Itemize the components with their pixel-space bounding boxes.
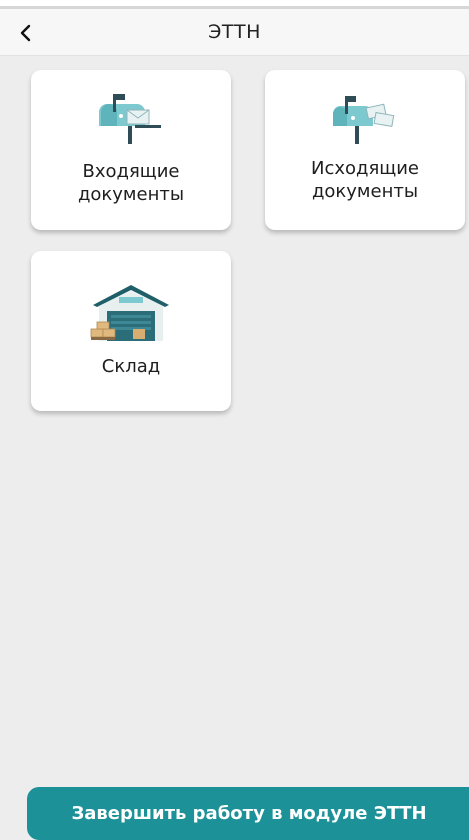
status-bar-strip xyxy=(0,0,469,9)
finish-module-button[interactable]: Завершить работу в модуле ЭТТН xyxy=(27,787,469,840)
warehouse-icon xyxy=(90,285,169,341)
outgoing-mailbox-icon xyxy=(333,96,395,144)
tile-label: Входящие документы xyxy=(77,161,185,205)
tile-outgoing-documents[interactable]: Исходящие документы xyxy=(265,70,465,230)
tile-label: Склад xyxy=(101,356,161,377)
page-title: ЭТТН xyxy=(208,21,261,43)
tile-warehouse[interactable]: Склад xyxy=(31,251,231,411)
app-header: ЭТТН xyxy=(0,9,469,56)
incoming-mailbox-icon xyxy=(99,94,161,144)
tile-incoming-documents[interactable]: Входящие документы xyxy=(31,70,231,230)
tile-label: Исходящие документы xyxy=(310,158,420,202)
